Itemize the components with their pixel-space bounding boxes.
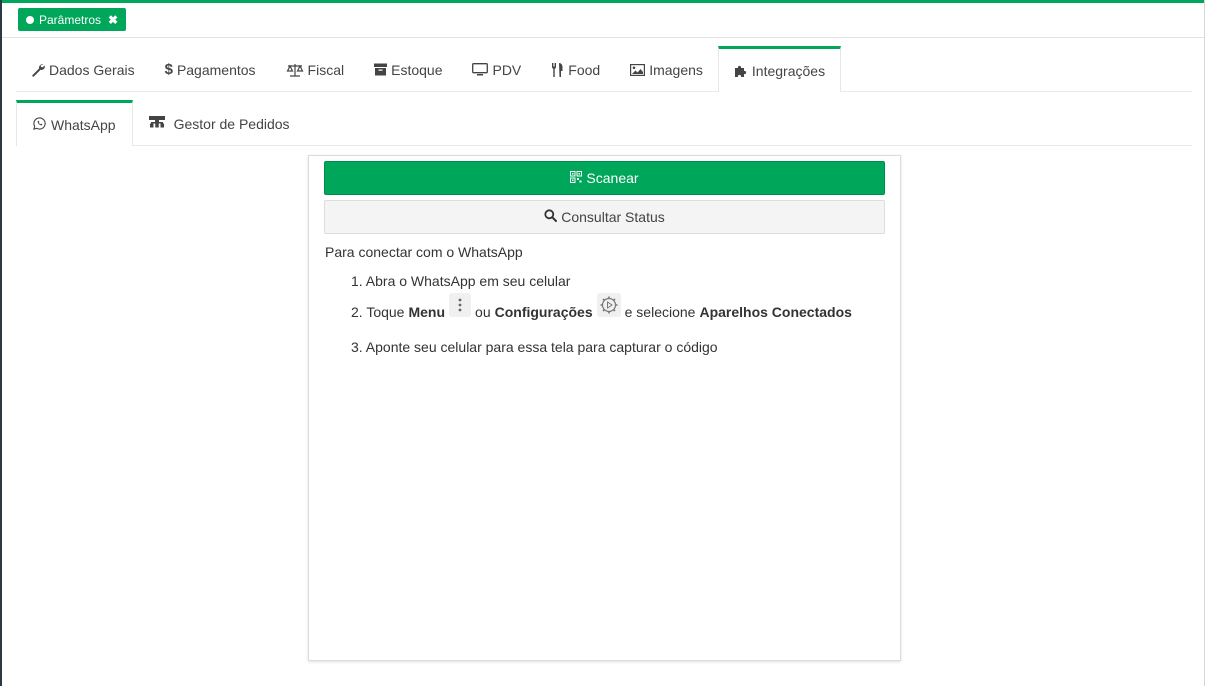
more-vertical-icon xyxy=(449,293,472,317)
tab-label: Fiscal xyxy=(307,61,345,78)
cutlery-icon xyxy=(551,62,564,77)
step-3-text: 3. Aponte seu celular para essa tela par… xyxy=(351,339,718,355)
search-icon xyxy=(544,209,558,225)
tab-imagens[interactable]: Imagens xyxy=(615,46,718,90)
tab-food[interactable]: Food xyxy=(536,46,615,90)
instructions-intro: Para conectar com o WhatsApp xyxy=(325,244,523,260)
tab-label: PDV xyxy=(492,61,522,78)
tab-label: Estoque xyxy=(391,61,443,78)
whatsapp-icon xyxy=(33,116,46,133)
sub-tabs: WhatsApp Gestor de Pedidos xyxy=(16,100,1192,146)
step-2-prefix: 2. Toque xyxy=(351,304,405,320)
whatsapp-panel: Scanear Consultar Status Para conectar c… xyxy=(308,155,901,661)
page-tab-parametros[interactable]: Parâmetros ✖ xyxy=(18,8,127,31)
or-text: ou xyxy=(475,304,491,320)
qrcode-icon xyxy=(570,170,583,186)
tab-label: Dados Gerais xyxy=(49,61,135,78)
menu-label: Menu xyxy=(408,304,446,320)
close-icon[interactable]: ✖ xyxy=(108,13,118,27)
scan-button[interactable]: Scanear xyxy=(324,161,885,195)
tab-label: Food xyxy=(568,61,601,78)
page-tabs-bar: Parâmetros ✖ xyxy=(2,3,1204,38)
list-item: 2. Toque Menu ou Configurações e selecio… xyxy=(351,292,856,332)
scan-button-label: Scanear xyxy=(586,170,639,186)
image-icon xyxy=(630,63,646,76)
balance-scale-icon xyxy=(286,63,304,77)
tab-pagamentos[interactable]: $ Pagamentos xyxy=(150,46,271,90)
list-item: 3. Aponte seu celular para essa tela par… xyxy=(351,336,856,358)
tab-label: WhatsApp xyxy=(51,116,116,133)
linked-devices-label: Aparelhos Conectados xyxy=(699,304,852,320)
tab-pdv[interactable]: PDV xyxy=(457,46,536,90)
select-text: e selecione xyxy=(624,304,696,320)
tab-label: Integrações xyxy=(751,62,826,79)
tab-estoque[interactable]: Estoque xyxy=(359,46,457,90)
tab-integracoes[interactable]: Integrações xyxy=(717,46,842,92)
dollar-icon: $ xyxy=(164,61,173,78)
tab-label: Imagens xyxy=(649,61,703,78)
consult-status-label: Consultar Status xyxy=(561,209,665,225)
tab-gestor-de-pedidos[interactable]: Gestor de Pedidos xyxy=(133,100,306,144)
tab-dados-gerais[interactable]: Dados Gerais xyxy=(16,46,150,90)
page-tab-label: Parâmetros xyxy=(39,12,102,27)
circle-icon xyxy=(26,15,34,24)
settings-label: Configurações xyxy=(494,304,593,320)
wrench-icon xyxy=(31,63,45,77)
puzzle-icon xyxy=(734,64,748,78)
archive-icon xyxy=(374,63,388,76)
step-1-text: 1. Abra o WhatsApp em seu celular xyxy=(351,273,571,289)
desktop-icon xyxy=(472,63,489,76)
tab-label: Pagamentos xyxy=(176,61,256,78)
sidebar-edge xyxy=(0,0,2,686)
instructions-list: 1. Abra o WhatsApp em seu celular 2. Toq… xyxy=(351,270,856,358)
gear-icon xyxy=(596,293,621,317)
sitemap-icon xyxy=(148,115,165,132)
tab-whatsapp[interactable]: WhatsApp xyxy=(16,100,133,146)
tab-label: Gestor de Pedidos xyxy=(173,115,290,132)
tab-fiscal[interactable]: Fiscal xyxy=(271,46,360,90)
consult-status-button[interactable]: Consultar Status xyxy=(324,200,885,234)
list-item: 1. Abra o WhatsApp em seu celular xyxy=(351,270,856,292)
main-tabs: Dados Gerais $ Pagamentos Fiscal Estoque… xyxy=(16,46,1192,92)
